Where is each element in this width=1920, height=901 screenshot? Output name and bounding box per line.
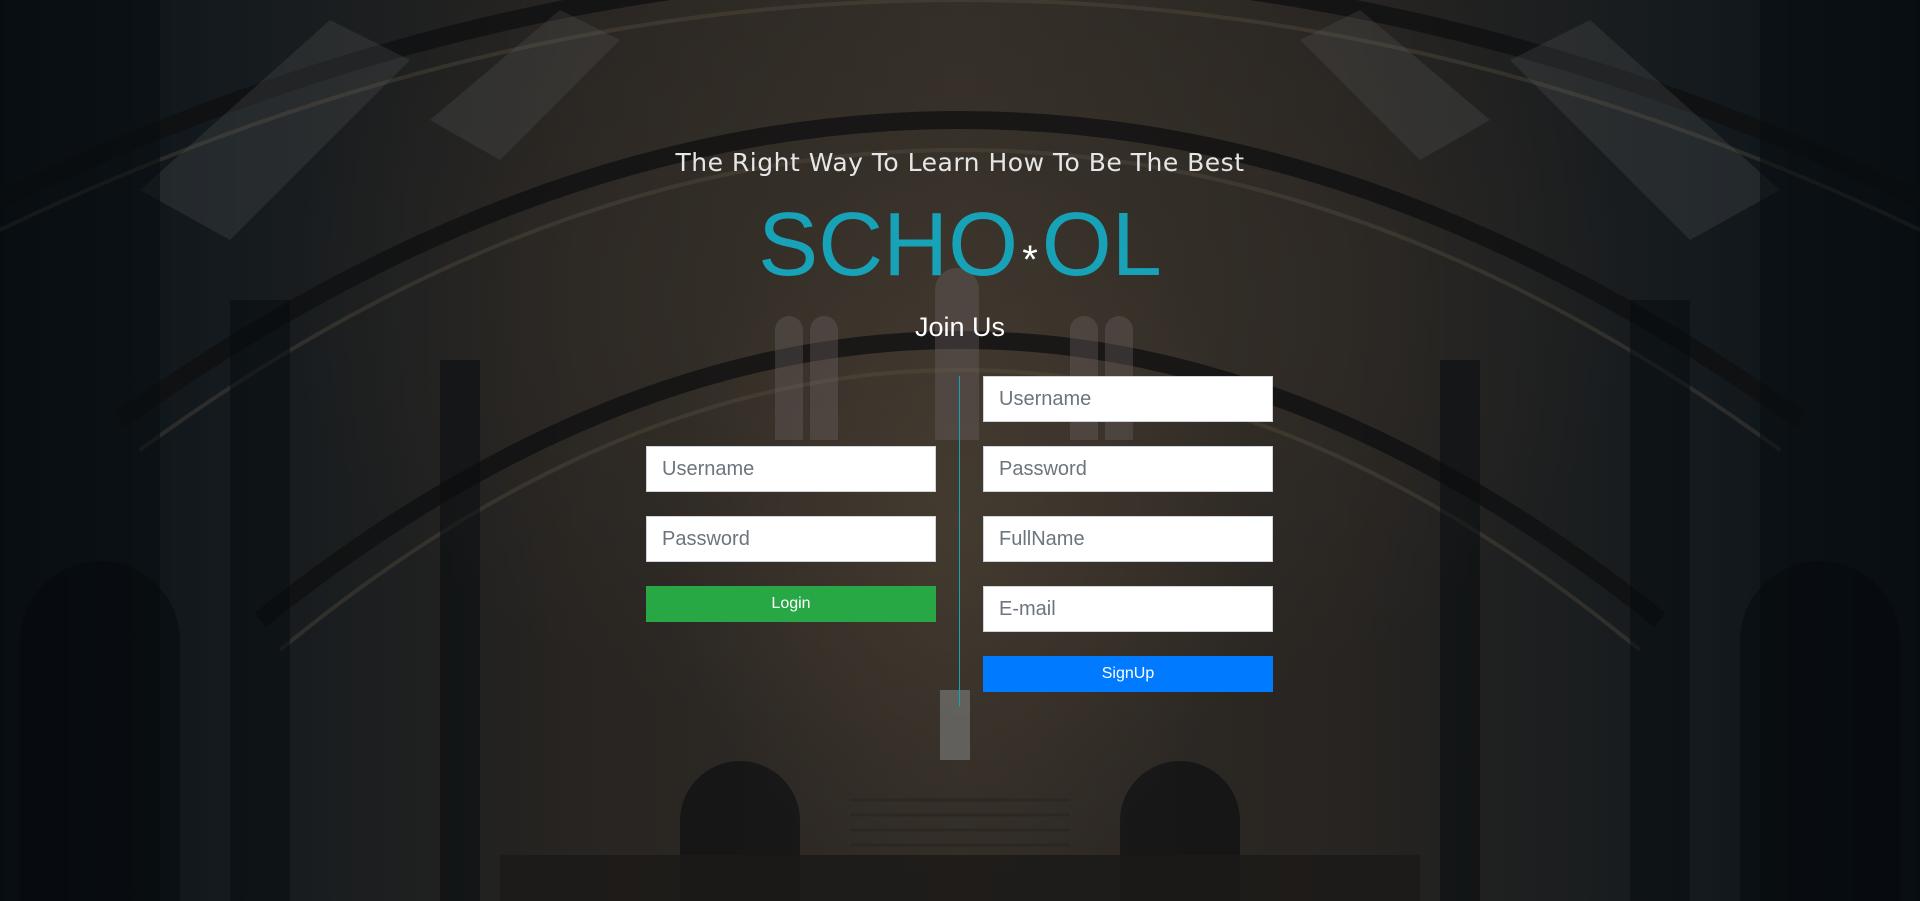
login-username-input[interactable]: [646, 446, 936, 492]
login-password-input[interactable]: [646, 516, 936, 562]
signup-email-input[interactable]: [983, 586, 1273, 632]
logo-text-right: OL: [1041, 195, 1162, 295]
tagline: The Right Way To Learn How To Be The Bes…: [675, 148, 1245, 177]
background-image: [0, 0, 1920, 901]
signup-button[interactable]: SignUp: [983, 656, 1273, 692]
logo-text-left: SCHO: [758, 195, 1019, 295]
signup-username-input[interactable]: [983, 376, 1273, 422]
signup-fullname-input[interactable]: [983, 516, 1273, 562]
login-button[interactable]: Login: [646, 586, 936, 622]
logo-star-icon: *: [1022, 238, 1038, 282]
form-divider: [959, 376, 960, 706]
signup-password-input[interactable]: [983, 446, 1273, 492]
school-logo: SCHO *OL: [0, 195, 1920, 312]
join-us-heading: Join Us: [914, 312, 1006, 342]
